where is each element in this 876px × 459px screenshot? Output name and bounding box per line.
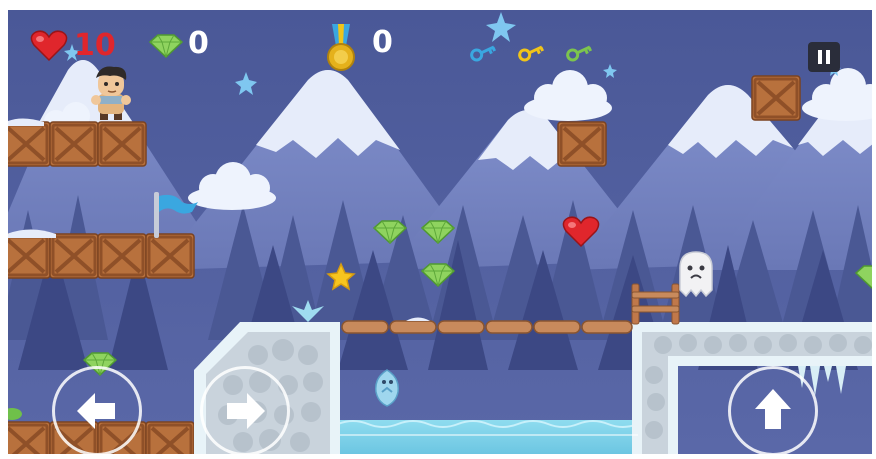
pause-button[interactable] [808,42,840,72]
arrow-left-icon [77,393,115,429]
jump-button[interactable] [728,366,818,454]
blue-key-icon [470,45,497,62]
game-screen: 10 0 0 [0,0,876,459]
pause-icon [818,50,830,64]
gem-pickup [372,220,408,244]
yellow-key-icon [518,45,545,62]
heart-icon [30,30,68,62]
gem-pickup [854,265,872,289]
gem-icon [148,34,184,58]
ice-fish-enemy [374,369,400,407]
plant [8,408,22,420]
heart-pickup [562,216,600,248]
arrow-right-icon [227,393,265,429]
ghost-enemy [679,251,713,298]
game-scene: 10 0 0 [8,10,872,454]
gem-pickup [420,220,456,244]
arrow-up-icon [755,389,791,429]
player-character [91,66,131,120]
checkpoint-flag [154,192,198,238]
green-key-icon [566,45,593,62]
gem-pickup [420,263,456,287]
gems-count: 0 [188,26,209,61]
medal-icon [327,24,355,71]
medals-count: 0 [372,25,393,60]
move-left-button[interactable] [52,366,142,454]
star-pickup [326,262,356,291]
hud-keys [468,40,608,70]
lives-count: 10 [74,28,116,63]
move-right-button[interactable] [200,366,290,454]
